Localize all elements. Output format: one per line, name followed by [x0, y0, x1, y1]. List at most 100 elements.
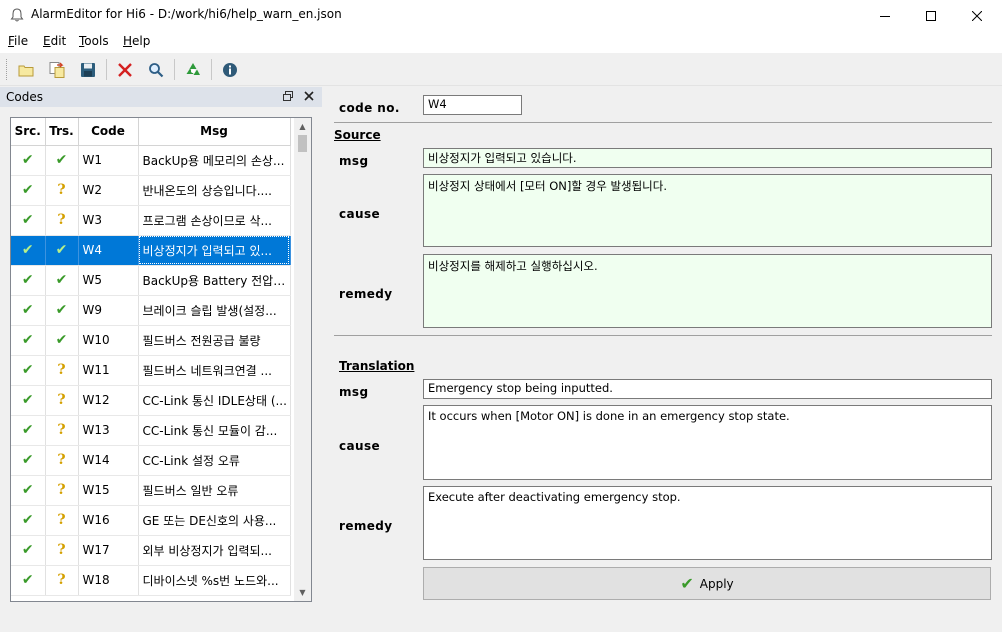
search-button[interactable]: [144, 58, 168, 82]
checkmark-icon: ✔: [21, 512, 34, 528]
status-bar: [0, 607, 1002, 632]
checkmark-icon: ✔: [55, 272, 68, 288]
table-row[interactable]: ✔ ✔ W1 BackUp용 메모리의 손상...: [11, 145, 291, 176]
msg-cell: 필드버스 전원공급 불량: [138, 325, 291, 356]
msg-cell: BackUp용 메모리의 손상...: [138, 145, 291, 176]
checkmark-icon: ✔: [21, 302, 34, 318]
msg-cell: 브레이크 슬립 발생(설정...: [138, 295, 291, 326]
trs-status-cell: ?: [45, 565, 79, 596]
menu-help[interactable]: Help: [123, 34, 150, 48]
checkmark-icon: ✔: [21, 482, 34, 498]
table-row[interactable]: ✔ ✔ W5 BackUp용 Battery 전압저...: [11, 265, 291, 296]
msg-cell: 디바이스넷 %s번 노드와...: [138, 565, 291, 596]
close-panel-icon[interactable]: [303, 90, 315, 102]
toolbar: [0, 53, 1002, 86]
float-panel-icon[interactable]: [282, 90, 294, 102]
code-cell: W3: [78, 205, 139, 236]
checkmark-icon: ✔: [21, 242, 34, 258]
minimize-icon: [880, 15, 890, 17]
apply-button[interactable]: ✔ Apply: [423, 567, 991, 600]
title-bar: AlarmEditor for Hi6 - D:/work/hi6/help_w…: [0, 0, 1002, 31]
scrollbar-thumb[interactable]: [298, 135, 307, 152]
code-cell: W11: [78, 355, 139, 386]
maximize-button[interactable]: [908, 0, 954, 31]
code-cell: W15: [78, 475, 139, 506]
minimize-button[interactable]: [862, 0, 908, 31]
toolbar-grip[interactable]: [6, 59, 9, 80]
msg-cell: 반내온도의 상승입니다....: [138, 175, 291, 206]
toolbar-separator: [211, 59, 212, 80]
codes-panel-header: Codes: [0, 87, 322, 107]
table-row[interactable]: ✔? W12 CC-Link 통신 IDLE상태 (...: [11, 385, 291, 416]
menu-bar: File Edit Tools Help: [0, 31, 1002, 53]
info-button[interactable]: [218, 58, 242, 82]
copy-button[interactable]: [45, 58, 69, 82]
table-row[interactable]: ✔ ✔ W10 필드버스 전원공급 불량: [11, 325, 291, 356]
delete-button[interactable]: [113, 58, 137, 82]
code-cell: W5: [78, 265, 139, 296]
save-button[interactable]: [76, 58, 100, 82]
menu-edit[interactable]: Edit: [43, 34, 66, 48]
trs-status-cell: ✔: [45, 145, 79, 176]
question-mark-icon: ?: [57, 422, 66, 438]
source-msg-field[interactable]: 비상정지가 입력되고 있습니다.: [423, 148, 992, 168]
translation-msg-field[interactable]: Emergency stop being inputted.: [423, 379, 992, 399]
recycle-button[interactable]: [181, 58, 205, 82]
trs-status-cell: ✔: [45, 295, 79, 326]
menu-file[interactable]: File: [8, 34, 28, 48]
msg-cell: BackUp용 Battery 전압저...: [138, 265, 291, 296]
code-no-label: code no.: [339, 101, 400, 115]
divider: [334, 335, 992, 336]
question-mark-icon: ?: [57, 452, 66, 468]
translation-cause-field[interactable]: It occurs when [Motor ON] is done in an …: [423, 405, 992, 480]
codes-table-view[interactable]: Src. Trs. Code Msg ✔ ✔ W1 BackUp용 메모리의 손상..…: [10, 117, 312, 602]
table-row[interactable]: ✔? W11 필드버스 네트워크연결 ...: [11, 355, 291, 386]
table-row[interactable]: ✔? W17 외부 비상정지가 입력되...: [11, 535, 291, 566]
src-status-cell: ✔: [11, 355, 46, 386]
menu-tools[interactable]: Tools: [79, 34, 109, 48]
translation-remedy-field[interactable]: Execute after deactivating emergency sto…: [423, 486, 992, 560]
open-button[interactable]: [14, 58, 38, 82]
delete-icon: [118, 63, 132, 77]
checkmark-icon: ✔: [21, 452, 34, 468]
table-row[interactable]: ✔? W16 GE 또는 DE신호의 사용...: [11, 505, 291, 536]
code-no-field[interactable]: W4: [423, 95, 522, 115]
trs-status-cell: ?: [45, 415, 79, 446]
checkmark-icon: ✔: [55, 332, 68, 348]
column-header-trs[interactable]: Trs.: [45, 118, 79, 146]
table-row[interactable]: ✔? W18 디바이스넷 %s번 노드와...: [11, 565, 291, 596]
checkmark-icon: ✔: [680, 574, 694, 593]
question-mark-icon: ?: [57, 182, 66, 198]
src-status-cell: ✔: [11, 295, 46, 326]
recycle-icon: [186, 63, 200, 75]
table-row[interactable]: ✔? W3 프로그램 손상이므로 삭...: [11, 205, 291, 236]
table-row[interactable]: ✔? W15 필드버스 일반 오류: [11, 475, 291, 506]
table-row[interactable]: ✔? W14 CC-Link 설정 오류: [11, 445, 291, 476]
source-section-title: Source: [334, 128, 381, 142]
codes-panel-title: Codes: [6, 90, 43, 104]
scroll-up-icon[interactable]: ▲: [294, 118, 311, 135]
column-header-src[interactable]: Src.: [11, 118, 46, 146]
checkmark-icon: ✔: [55, 302, 68, 318]
msg-cell: 프로그램 손상이므로 삭...: [138, 205, 291, 236]
source-cause-field[interactable]: 비상정지 상태에서 [모터 ON]할 경우 발생됩니다.: [423, 174, 992, 247]
code-cell: W10: [78, 325, 139, 356]
table-row[interactable]: ✔? W2 반내온도의 상승입니다....: [11, 175, 291, 206]
scroll-down-icon[interactable]: ▼: [294, 584, 311, 601]
table-row[interactable]: ✔? W13 CC-Link 통신 모듈이 감...: [11, 415, 291, 446]
close-button[interactable]: [954, 0, 1000, 31]
src-status-cell: ✔: [11, 385, 46, 416]
search-icon: [149, 63, 164, 78]
column-header-code[interactable]: Code: [78, 118, 139, 146]
column-header-msg[interactable]: Msg: [138, 118, 291, 146]
vertical-scrollbar[interactable]: ▲ ▼: [294, 118, 311, 601]
translation-msg-label: msg: [339, 385, 369, 399]
source-remedy-field[interactable]: 비상정지를 해제하고 실행하십시오.: [423, 254, 992, 328]
checkmark-icon: ✔: [21, 572, 34, 588]
copy-icon: [49, 62, 65, 78]
info-icon: [223, 63, 237, 77]
msg-cell: CC-Link 통신 IDLE상태 (...: [138, 385, 291, 416]
table-row[interactable]: ✔ ✔ W4 비상정지가 입력되고 있...: [11, 235, 291, 266]
checkmark-icon: ✔: [55, 152, 68, 168]
table-row[interactable]: ✔ ✔ W9 브레이크 슬립 발생(설정...: [11, 295, 291, 326]
